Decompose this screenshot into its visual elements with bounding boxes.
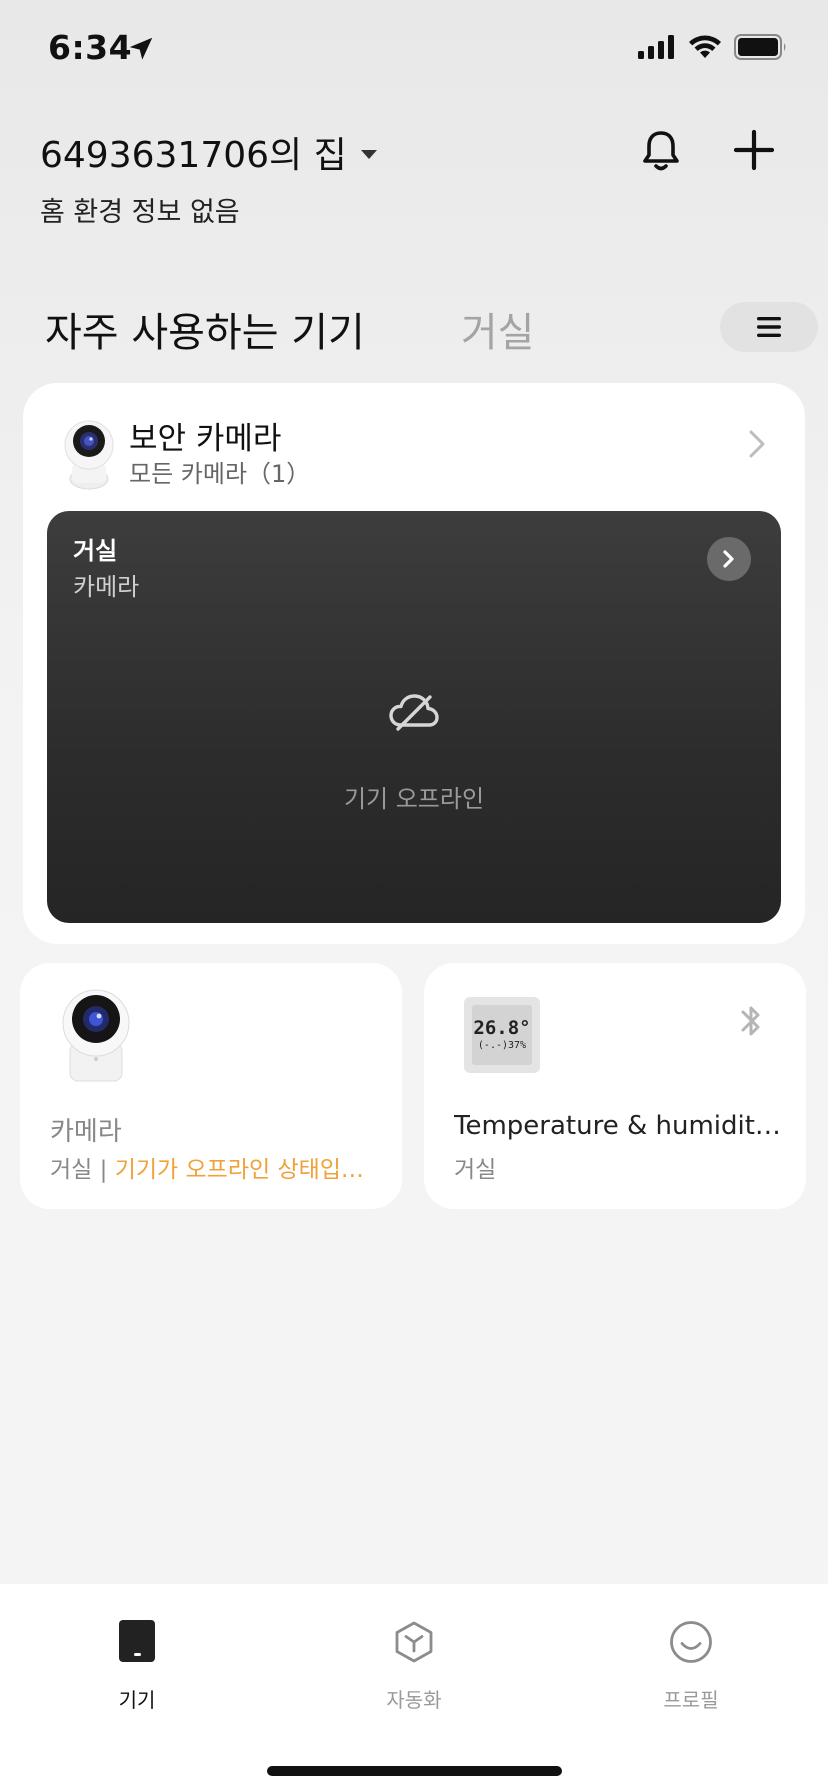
- camera-device-image: [62, 989, 130, 1082]
- location-arrow-icon: [129, 37, 153, 60]
- tab-profile[interactable]: 프로필: [621, 1620, 761, 1713]
- camera-preview[interactable]: 거실 카메라 기기 오프라인: [47, 511, 781, 923]
- thermometer-display: 26.8° (-.-)37%: [472, 1005, 532, 1065]
- open-camera-button[interactable]: [707, 537, 751, 581]
- device-tile-camera[interactable]: 카메라 거실 | 기기가 오프라인 상태입…: [20, 963, 402, 1209]
- hamburger-menu-icon: [757, 317, 781, 337]
- chevron-right-icon[interactable]: [747, 429, 767, 459]
- home-selector[interactable]: 6493631706의 집: [40, 126, 377, 178]
- status-separator: |: [92, 1157, 115, 1183]
- security-camera-title[interactable]: 보안 카메라: [129, 413, 281, 458]
- status-time: 6:34: [48, 28, 133, 67]
- preview-room: 거실: [73, 537, 118, 565]
- all-cameras-count: 모든 카메라（1）: [129, 460, 311, 488]
- bluetooth-icon: [741, 1006, 760, 1036]
- device-name: 카메라: [50, 1117, 122, 1147]
- bell-icon[interactable]: [636, 126, 686, 176]
- device-icon: [119, 1620, 155, 1662]
- tab-frequent-devices[interactable]: 자주 사용하는 기기: [45, 300, 365, 358]
- tab-label: 프로필: [663, 1688, 719, 1712]
- home-indicator: [267, 1766, 562, 1776]
- tab-label: 자동화: [386, 1688, 442, 1712]
- bottom-tab-bar: 기기 자동화 프로필: [0, 1584, 828, 1792]
- security-camera-icon[interactable]: [59, 413, 119, 493]
- tab-label: 기기: [118, 1688, 156, 1712]
- device-offline-status: 기기가 오프라인 상태입…: [114, 1157, 364, 1183]
- device-status-line: 거실 | 기기가 오프라인 상태입…: [50, 1150, 380, 1184]
- thermometer-device-image: 26.8° (-.-)37%: [464, 997, 540, 1073]
- thermometer-temp: 26.8°: [473, 1017, 531, 1039]
- cloud-offline-icon: [389, 694, 439, 731]
- plus-icon[interactable]: [730, 126, 778, 174]
- preview-device-type: 카메라: [73, 573, 140, 601]
- signal-icon: [638, 35, 674, 59]
- tab-devices[interactable]: 기기: [67, 1620, 207, 1713]
- wifi-icon: [689, 35, 721, 58]
- chevron-right-icon: [723, 550, 734, 568]
- thermometer-humidity: (-.-)37%: [477, 1040, 527, 1051]
- room-tabs: 자주 사용하는 기기 거실: [45, 300, 534, 358]
- security-camera-card: 보안 카메라 모든 카메라（1） 거실 카메라 기기 오프라인: [23, 383, 805, 944]
- device-room: 거실: [50, 1157, 93, 1183]
- tab-automation[interactable]: 자동화: [344, 1620, 484, 1713]
- status-indicators: [638, 34, 788, 60]
- device-tile-temperature-humidity[interactable]: 26.8° (-.-)37% Temperature & humidit… 거실: [424, 963, 806, 1209]
- automation-icon: [395, 1621, 433, 1663]
- device-name: Temperature & humidit…: [454, 1111, 781, 1141]
- battery-icon: [734, 34, 786, 60]
- device-room: 거실: [454, 1157, 497, 1183]
- home-environment-info: 홈 환경 정보 없음: [40, 197, 240, 228]
- tab-living-room[interactable]: 거실: [461, 300, 535, 358]
- profile-icon: [670, 1621, 712, 1663]
- device-offline-text: 기기 오프라인: [343, 785, 485, 813]
- home-name: 6493631706의 집: [40, 135, 347, 176]
- status-bar: 6:34: [0, 0, 828, 100]
- caret-down-icon: [360, 149, 377, 159]
- tab-menu-button[interactable]: [720, 302, 818, 352]
